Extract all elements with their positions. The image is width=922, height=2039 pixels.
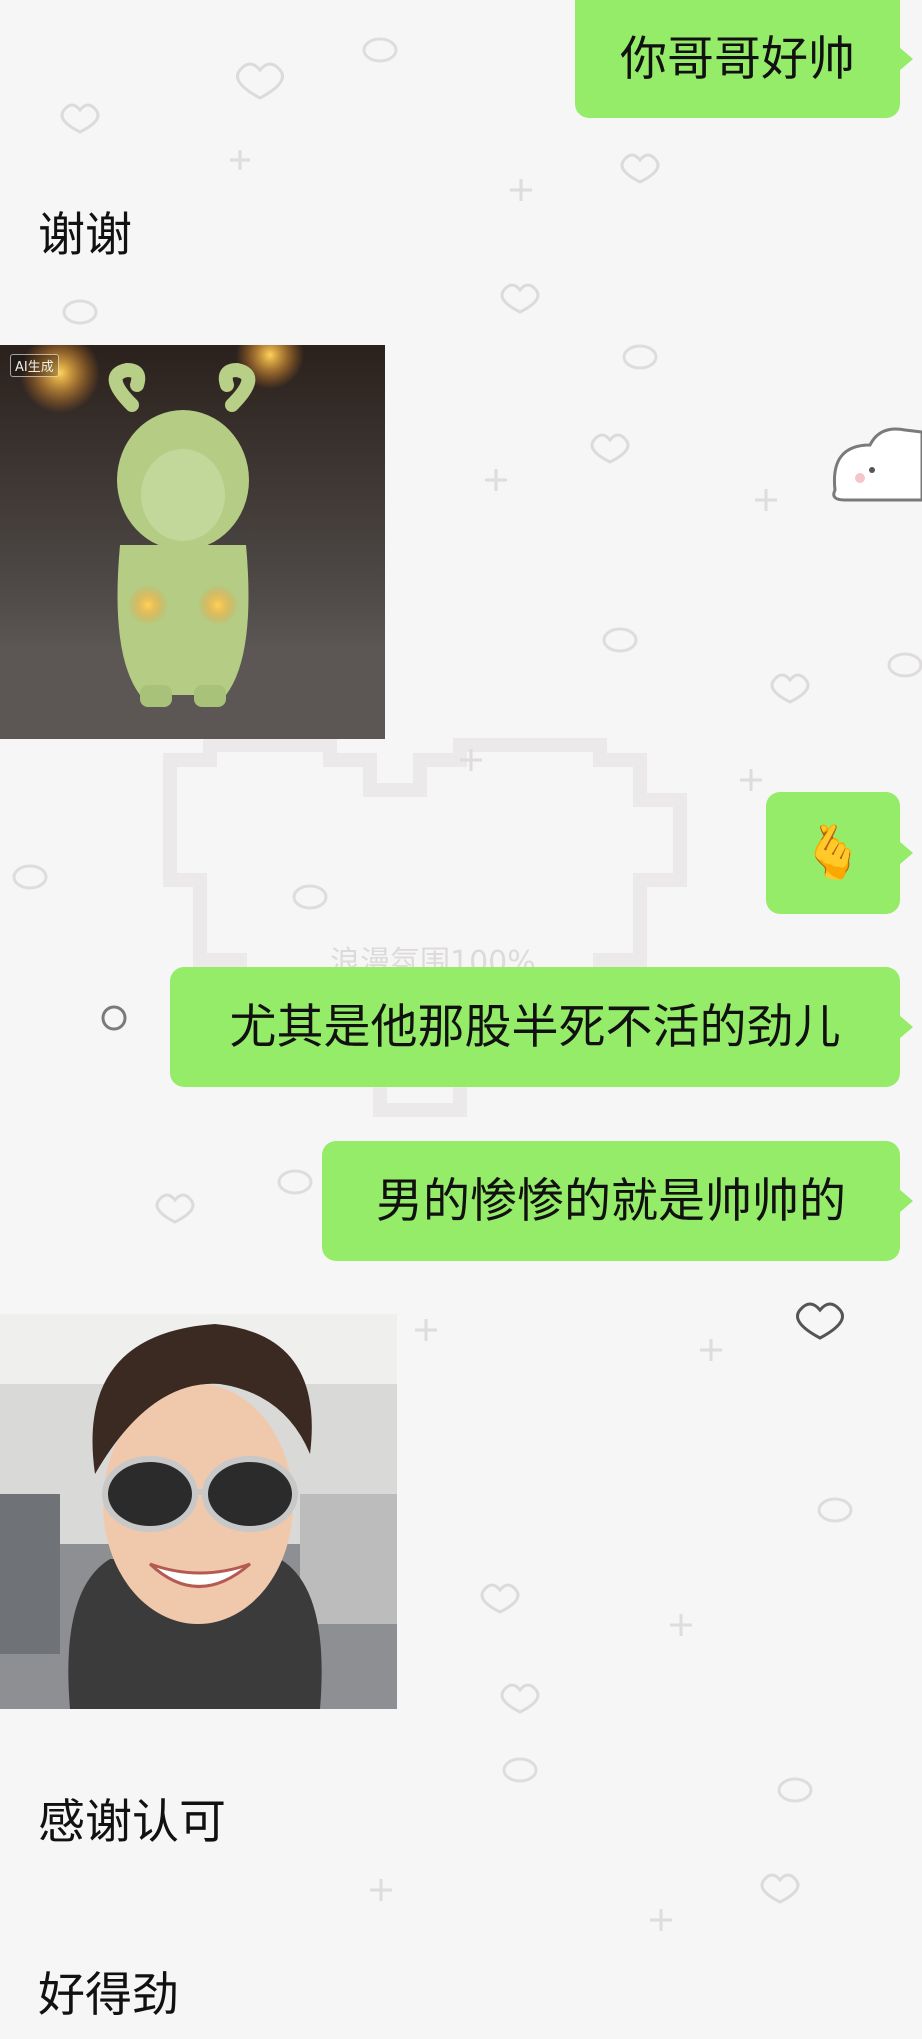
doodle-dot (101, 1005, 127, 1031)
message-text: 尤其是他那股半死不活的劲儿 (229, 999, 841, 1055)
message-bubble-sent[interactable]: 你哥哥好帅 (575, 0, 913, 118)
message-bubble-sent-emoji[interactable]: 🫰 (766, 792, 913, 914)
message-emoji: 🫰 (800, 823, 866, 883)
message-text: 你哥哥好帅 (620, 31, 855, 87)
message-text: 感谢认可 (38, 1795, 226, 1850)
cloud-doodle (832, 427, 922, 502)
message-received[interactable]: 感谢认可 (38, 1799, 226, 1846)
message-text: 谢谢 (38, 208, 132, 263)
message-text: 好得劲 (38, 1968, 179, 2023)
image-message-figurine[interactable]: AI生成 (0, 345, 385, 739)
message-received[interactable]: 谢谢 (38, 212, 132, 259)
message-received[interactable]: 好得劲 (38, 1972, 179, 2019)
figurine-photo (0, 345, 385, 739)
ai-generated-badge: AI生成 (10, 354, 59, 377)
cloud-blush (855, 473, 865, 483)
message-bubble-sent[interactable]: 尤其是他那股半死不活的劲儿 (170, 967, 913, 1087)
image-message-selfie[interactable] (0, 1314, 397, 1709)
message-bubble-sent[interactable]: 男的惨惨的就是帅帅的 (322, 1141, 913, 1261)
selfie-photo (0, 1314, 397, 1709)
cloud-eye (869, 467, 875, 473)
message-text: 男的惨惨的就是帅帅的 (376, 1173, 846, 1229)
